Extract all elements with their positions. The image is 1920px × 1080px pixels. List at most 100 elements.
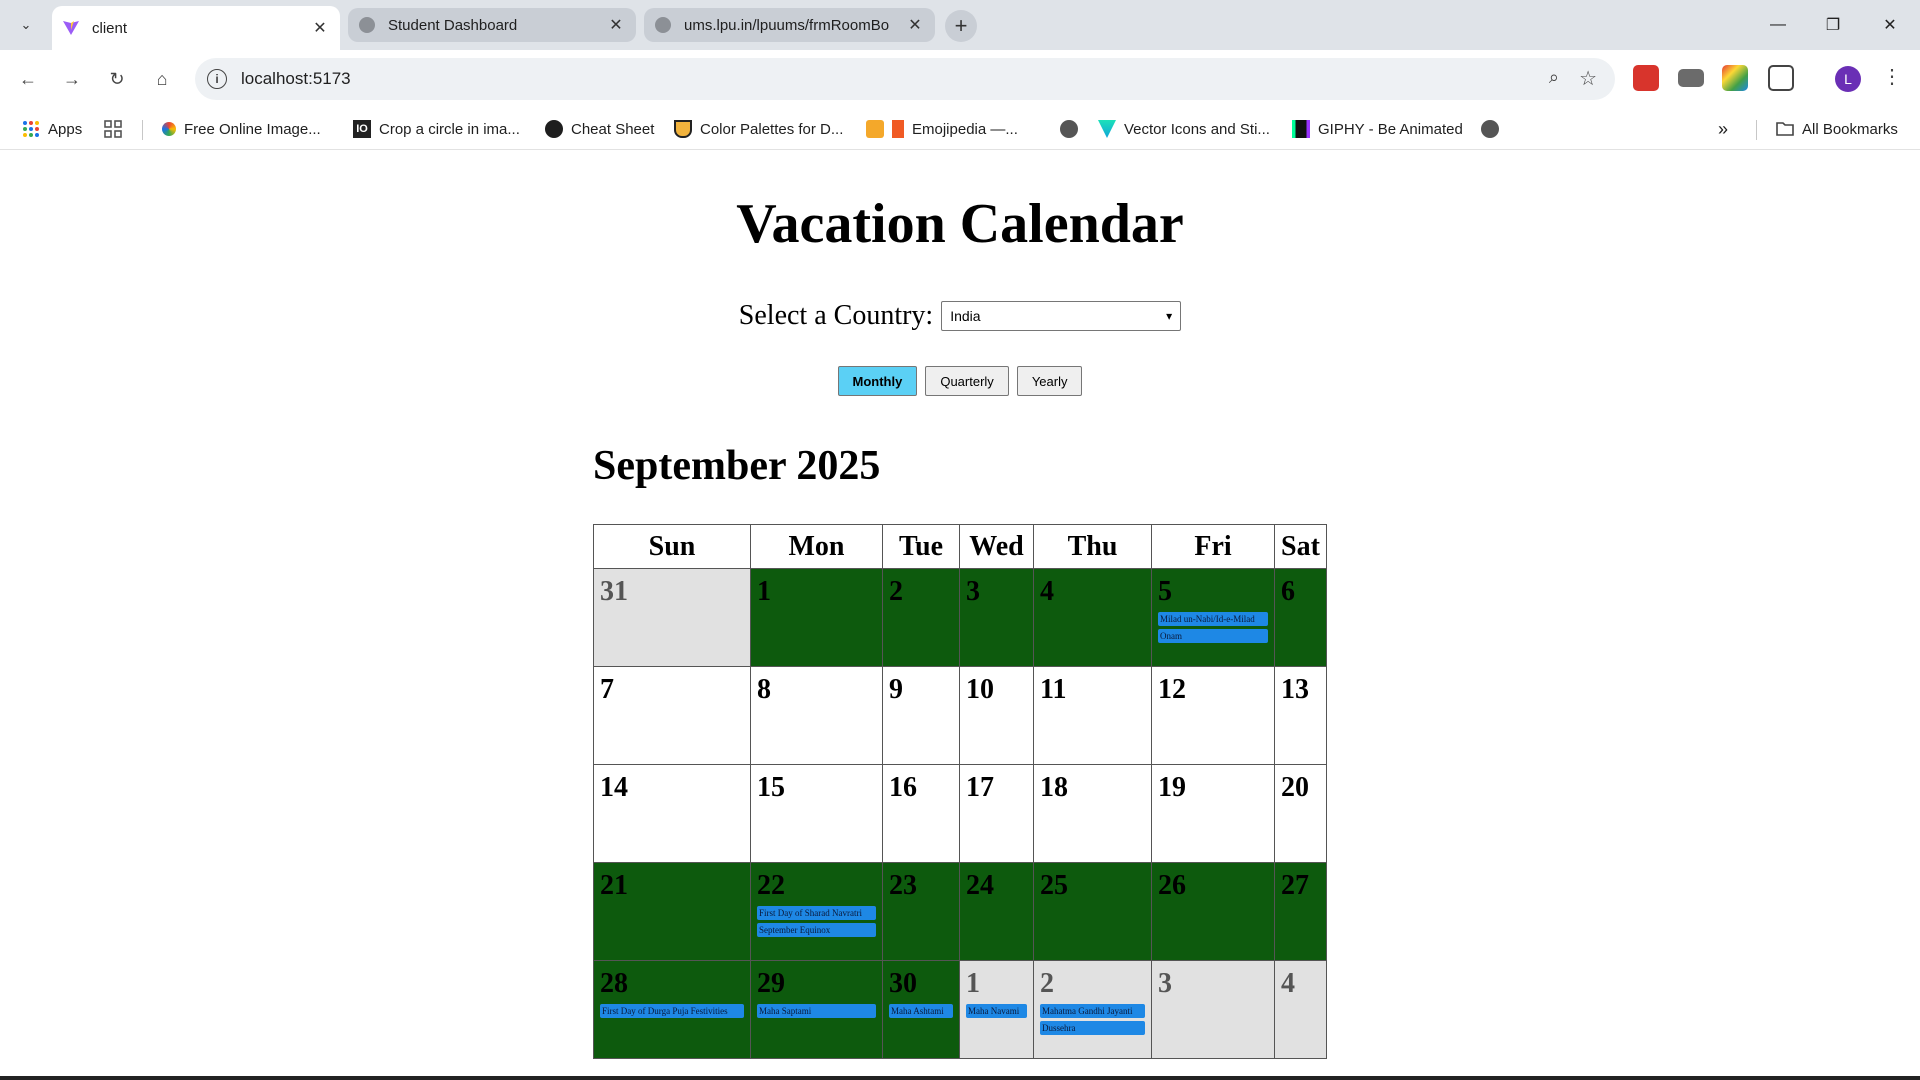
- quarterly-button[interactable]: Quarterly: [925, 366, 1009, 396]
- bookmark-free-online-image[interactable]: Free Online Image...: [162, 118, 321, 140]
- globe-icon: [1481, 120, 1499, 138]
- holiday-event-chip[interactable]: First Day of Durga Puja Festivities: [600, 1004, 744, 1018]
- flaticon-logo-icon: [1098, 120, 1116, 138]
- bookmark-globe[interactable]: [1060, 118, 1086, 140]
- holiday-event-chip[interactable]: Maha Saptami: [757, 1004, 876, 1018]
- country-select[interactable]: India ▾: [941, 301, 1182, 331]
- calendar-day-cell[interactable]: 2 Mahatma Gandhi Jayanti Dussehra: [1033, 960, 1152, 1059]
- calendar-day-cell[interactable]: 1 Maha Navami: [959, 960, 1034, 1059]
- calendar-day-cell[interactable]: 29 Maha Saptami: [750, 960, 883, 1059]
- calendar-day-cell[interactable]: 10: [959, 666, 1034, 765]
- calendar-day-cell[interactable]: 23: [882, 862, 960, 961]
- calendar-day-cell[interactable]: 1: [750, 568, 883, 667]
- calendar-day-cell[interactable]: 13: [1274, 666, 1327, 765]
- month-title: September 2025: [593, 443, 881, 489]
- bookmark-apps[interactable]: Apps: [22, 118, 82, 140]
- new-tab-button[interactable]: +: [945, 10, 977, 42]
- extensions-puzzle-icon[interactable]: [1768, 65, 1794, 91]
- calendar-day-cell[interactable]: 31: [593, 568, 751, 667]
- tab-groups-icon[interactable]: [104, 118, 130, 140]
- calendar-day-cell[interactable]: 20: [1274, 764, 1327, 863]
- monthly-button[interactable]: Monthly: [837, 366, 918, 396]
- calendar-day-cell[interactable]: 3: [1151, 960, 1275, 1059]
- day-number: 20: [1281, 772, 1309, 803]
- calendar-day-cell[interactable]: 11: [1033, 666, 1152, 765]
- restore-icon[interactable]: ❐: [1813, 8, 1853, 42]
- calendar-day-cell[interactable]: 15: [750, 764, 883, 863]
- calendar-day-cell[interactable]: 7: [593, 666, 751, 765]
- close-tab-icon[interactable]: ✕: [606, 15, 626, 35]
- calendar-day-cell[interactable]: 26: [1151, 862, 1275, 961]
- close-window-icon[interactable]: ✕: [1870, 8, 1910, 42]
- paint-pot-icon: [674, 120, 692, 138]
- minimize-icon[interactable]: —: [1758, 8, 1798, 42]
- calendar-day-cell[interactable]: 30 Maha Ashtami: [882, 960, 960, 1059]
- holiday-event-chip[interactable]: Maha Ashtami: [889, 1004, 953, 1018]
- calendar-day-cell[interactable]: 2: [882, 568, 960, 667]
- site-info-icon[interactable]: i: [207, 69, 227, 89]
- more-bookmarks-chevron-icon[interactable]: »: [1718, 118, 1728, 140]
- day-number: 3: [966, 576, 980, 607]
- calendar-day-cell[interactable]: 28 First Day of Durga Puja Festivities: [593, 960, 751, 1059]
- calendar-day-cell[interactable]: 21: [593, 862, 751, 961]
- holiday-event-chip[interactable]: First Day of Sharad Navratri: [757, 906, 876, 920]
- calendar-day-cell[interactable]: 16: [882, 764, 960, 863]
- all-bookmarks-button[interactable]: All Bookmarks: [1776, 118, 1898, 140]
- day-number: 4: [1281, 968, 1295, 999]
- url-text[interactable]: localhost:5173: [241, 69, 351, 89]
- tab-student-dashboard[interactable]: Student Dashboard ✕: [348, 8, 636, 42]
- extension-color-picker-icon[interactable]: [1722, 65, 1748, 91]
- zoom-icon[interactable]: ⌕: [1549, 67, 1559, 88]
- calendar-day-cell[interactable]: 6: [1274, 568, 1327, 667]
- home-icon[interactable]: ⌂: [146, 63, 178, 95]
- bookmark-globe-2[interactable]: [1481, 118, 1507, 140]
- profile-avatar[interactable]: L: [1835, 66, 1861, 92]
- holiday-event-chip[interactable]: Dussehra: [1040, 1021, 1145, 1035]
- day-number: 30: [889, 968, 917, 999]
- tab-ums[interactable]: ums.lpu.in/lpuums/frmRoomBo ✕: [644, 8, 935, 42]
- bookmark-giphy[interactable]: GIPHY - Be Animated: [1292, 118, 1463, 140]
- calendar-day-cell[interactable]: 18: [1033, 764, 1152, 863]
- calendar-day-cell[interactable]: 8: [750, 666, 883, 765]
- calendar-day-cell[interactable]: 19: [1151, 764, 1275, 863]
- calendar-day-cell[interactable]: 14: [593, 764, 751, 863]
- reload-icon[interactable]: ↻: [101, 63, 133, 95]
- bookmark-vector-icons[interactable]: Vector Icons and Sti...: [1098, 118, 1270, 140]
- tab-client[interactable]: client ✕: [52, 6, 340, 50]
- bookmark-crop-circle[interactable]: IO Crop a circle in ima...: [353, 118, 520, 140]
- calendar-day-cell[interactable]: 3: [959, 568, 1034, 667]
- calendar-day-cell[interactable]: 24: [959, 862, 1034, 961]
- calendar-day-cell[interactable]: 25: [1033, 862, 1152, 961]
- bookmark-color-palettes[interactable]: Color Palettes for D...: [674, 118, 843, 140]
- forward-icon[interactable]: →: [56, 63, 88, 95]
- extension-gray-icon[interactable]: [1678, 69, 1704, 87]
- calendar-day-cell[interactable]: 5 Milad un-Nabi/Id-e-Milad Onam: [1151, 568, 1275, 667]
- calendar-day-cell[interactable]: 4: [1274, 960, 1327, 1059]
- address-bar[interactable]: i localhost:5173 ⌕ ☆: [195, 58, 1615, 100]
- holiday-event-chip[interactable]: Onam: [1158, 629, 1268, 643]
- bookmark-separator: [1756, 120, 1757, 140]
- close-tab-icon[interactable]: ✕: [310, 18, 330, 38]
- calendar-day-cell[interactable]: 12: [1151, 666, 1275, 765]
- yearly-button[interactable]: Yearly: [1016, 366, 1083, 396]
- calendar-day-cell[interactable]: 17: [959, 764, 1034, 863]
- holiday-event-chip[interactable]: Milad un-Nabi/Id-e-Milad: [1158, 612, 1268, 626]
- bookmark-separator: [142, 120, 143, 140]
- tab-search-chevron-icon[interactable]: ⌄: [12, 11, 40, 39]
- calendar-day-cell[interactable]: 9: [882, 666, 960, 765]
- calendar-day-cell[interactable]: 4: [1033, 568, 1152, 667]
- bookmark-cheat-sheet[interactable]: Cheat Sheet: [545, 118, 654, 140]
- back-icon[interactable]: ←: [12, 63, 44, 95]
- bookmark-emojipedia[interactable]: Emojipedia —...: [866, 118, 1018, 140]
- holiday-event-chip[interactable]: Maha Navami: [966, 1004, 1027, 1018]
- calendar-week-row: 21 22 First Day of Sharad Navratri Septembe…: [593, 862, 1327, 961]
- calendar-day-cell[interactable]: 22 First Day of Sharad Navratri September …: [750, 862, 883, 961]
- calendar-day-cell[interactable]: 27: [1274, 862, 1327, 961]
- close-tab-icon[interactable]: ✕: [905, 15, 925, 35]
- folder-icon: [1776, 122, 1794, 136]
- holiday-event-chip[interactable]: Mahatma Gandhi Jayanti: [1040, 1004, 1145, 1018]
- extension-red-icon[interactable]: [1633, 65, 1659, 91]
- holiday-event-chip[interactable]: September Equinox: [757, 923, 876, 937]
- bookmark-star-icon[interactable]: ☆: [1579, 66, 1597, 91]
- menu-kebab-icon[interactable]: ⋮: [1880, 64, 1904, 89]
